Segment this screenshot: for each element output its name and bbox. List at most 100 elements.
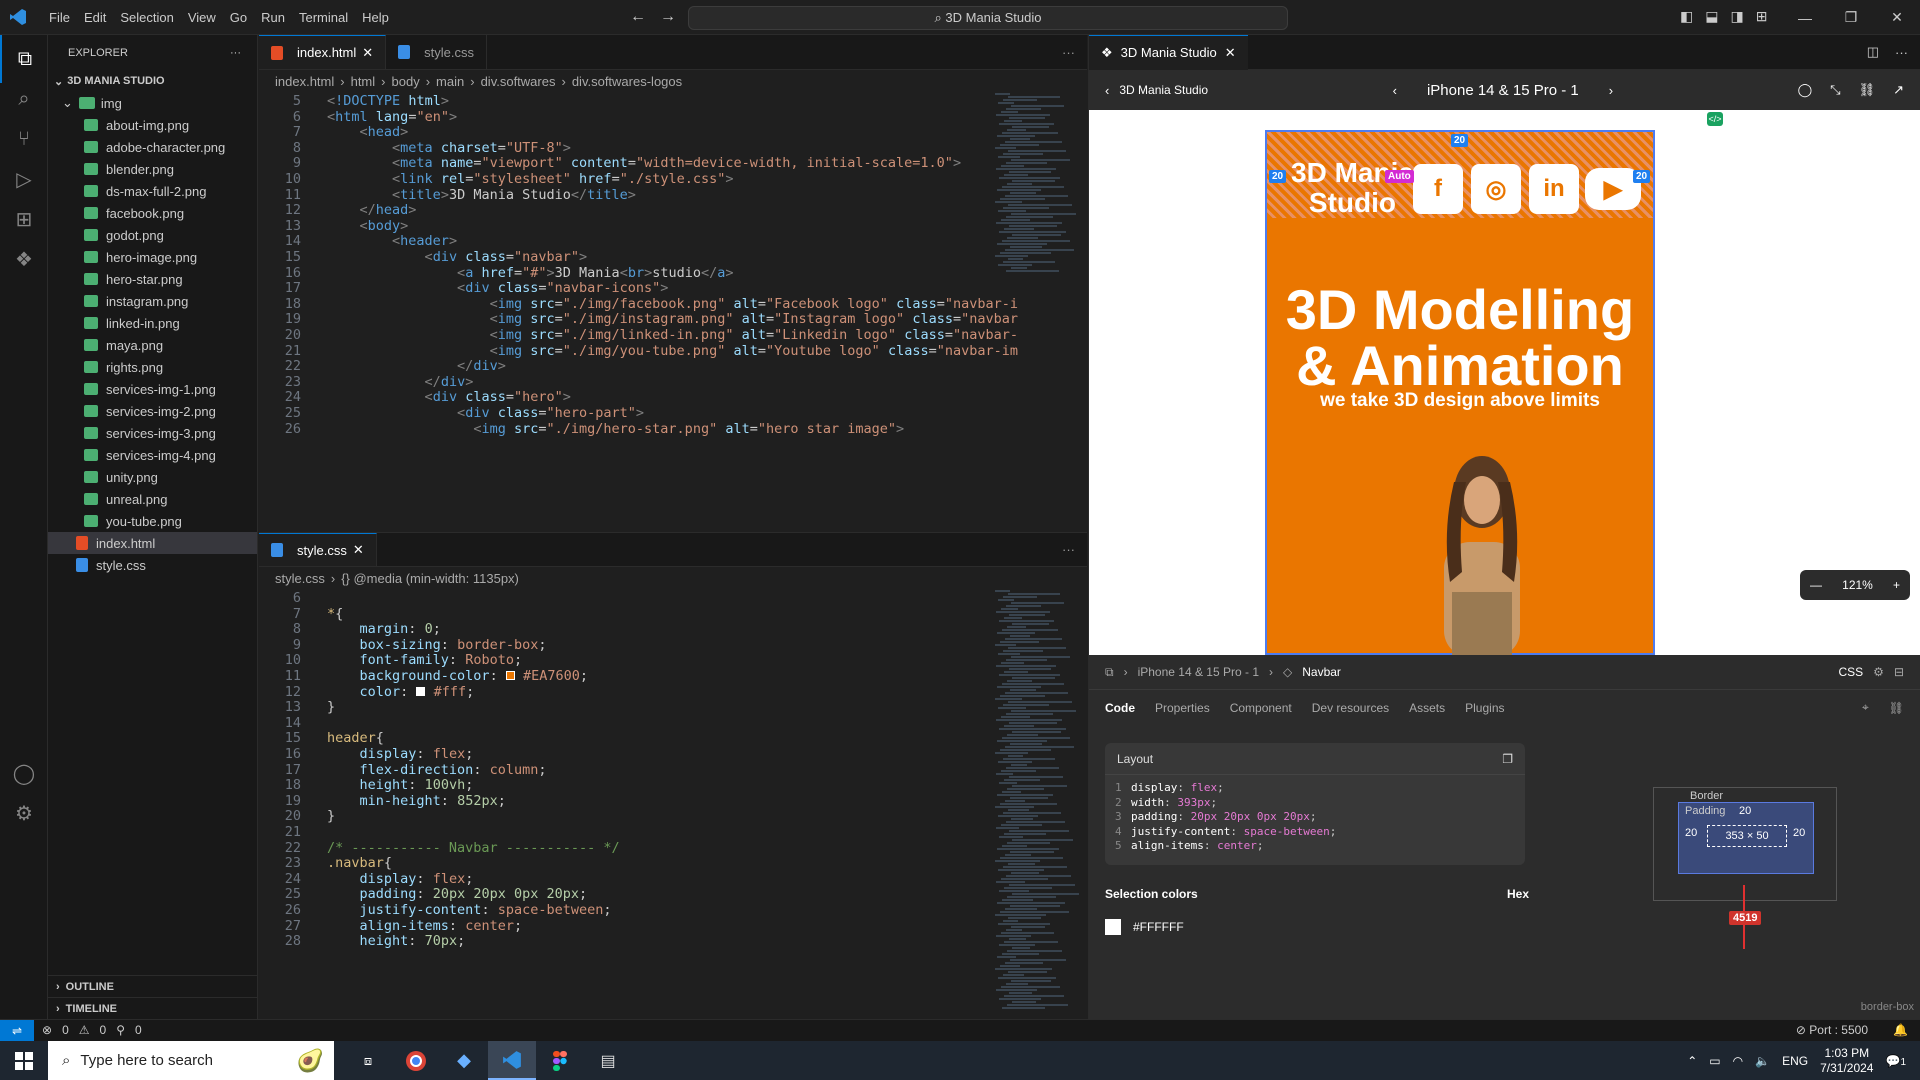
layout-code[interactable]: 1 display: flex; 2 width: 393px; 3 padding: 2… xyxy=(1105,775,1525,860)
live-server-status[interactable]: ⊘ Port : 5500 xyxy=(1796,1023,1868,1037)
close-icon[interactable]: ✕ xyxy=(1225,45,1236,61)
file-item[interactable]: services-img-2.png xyxy=(48,400,257,422)
file-item[interactable]: facebook.png xyxy=(48,202,257,224)
color-format-select[interactable]: Hex xyxy=(1507,887,1529,901)
tab-style-css[interactable]: style.css xyxy=(386,35,487,69)
settings-icon[interactable]: ⚙ xyxy=(1873,665,1884,679)
collapse-panel-icon[interactable]: ⊟ xyxy=(1894,665,1904,679)
timeline-section[interactable]: › TIMELINE xyxy=(48,997,258,1019)
menu-item-edit[interactable]: Edit xyxy=(77,10,113,25)
gear-icon[interactable]: ⚙ xyxy=(0,789,48,837)
file-item[interactable]: hero-image.png xyxy=(48,246,257,268)
close-icon[interactable]: ✕ xyxy=(1874,9,1920,26)
file-item[interactable]: godot.png xyxy=(48,224,257,246)
menu-item-view[interactable]: View xyxy=(181,10,223,25)
code-line[interactable]: } xyxy=(327,698,335,717)
prev-frame-icon[interactable]: ‹ xyxy=(1393,83,1397,98)
menu-item-go[interactable]: Go xyxy=(223,10,254,25)
navbar-selection[interactable]: 3D Mania Studio f ◎ in ▶ 20 20 20 Auto xyxy=(1267,132,1653,218)
layers-icon[interactable]: ⧉ xyxy=(1105,665,1114,680)
language-indicator[interactable]: ENG xyxy=(1782,1054,1808,1068)
menu-item-run[interactable]: Run xyxy=(254,10,292,25)
windows-start-icon[interactable] xyxy=(0,1041,48,1080)
more-actions-icon[interactable]: ··· xyxy=(1050,35,1087,69)
color-value[interactable]: #FFFFFF xyxy=(1133,920,1184,934)
back-arrow-icon[interactable]: ← xyxy=(630,8,646,26)
app-icon[interactable]: ▤ xyxy=(584,1041,632,1080)
zoom-control[interactable]: — 121% + xyxy=(1800,570,1910,600)
project-root[interactable]: ⌄ 3D MANIA STUDIO xyxy=(48,70,257,92)
chrome-icon[interactable] xyxy=(392,1041,440,1080)
zoom-level[interactable]: 121% xyxy=(1842,578,1873,592)
next-frame-icon[interactable]: › xyxy=(1609,83,1613,98)
toggle-secondary-sidebar-icon[interactable]: ◨ xyxy=(1730,8,1743,25)
vscode-icon[interactable] xyxy=(488,1041,536,1080)
split-editor-icon[interactable]: ◫ xyxy=(1867,44,1879,60)
close-icon[interactable]: ✕ xyxy=(353,542,364,558)
more-actions-icon[interactable]: ··· xyxy=(230,47,241,59)
breadcrumb-item[interactable]: {} @media (min-width: 1135px) xyxy=(341,571,519,586)
file-item[interactable]: index.html xyxy=(48,532,257,554)
figma-canvas[interactable]: </> 3D Mania Studio f ◎ in ▶ 20 20 20 Au… xyxy=(1089,110,1920,655)
language-select[interactable]: CSS xyxy=(1838,665,1863,679)
command-center[interactable]: ⌕ 3D Mania Studio xyxy=(688,6,1288,30)
clock[interactable]: 1:03 PM 7/31/2024 xyxy=(1820,1046,1873,1076)
menu-item-terminal[interactable]: Terminal xyxy=(292,10,355,25)
breadcrumb-item[interactable]: html xyxy=(351,74,376,89)
file-item[interactable]: unity.png xyxy=(48,466,257,488)
task-view-icon[interactable]: ⧈ xyxy=(344,1041,392,1080)
tab-dev-resources[interactable]: Dev resources xyxy=(1312,701,1389,715)
color-swatch[interactable] xyxy=(1105,919,1121,935)
code-line[interactable]: color: #fff; xyxy=(327,683,475,702)
menu-item-file[interactable]: File xyxy=(42,10,77,25)
file-item[interactable]: blender.png xyxy=(48,158,257,180)
code-line[interactable]: min-height: 852px; xyxy=(327,792,506,811)
file-item[interactable]: adobe-character.png xyxy=(48,136,257,158)
outline-section[interactable]: › OUTLINE xyxy=(48,975,258,997)
file-name[interactable]: 3D Mania Studio xyxy=(1119,83,1208,97)
figma-icon[interactable] xyxy=(536,1041,584,1080)
network-icon[interactable]: ▭ xyxy=(1709,1054,1720,1068)
app-icon[interactable]: ◆ xyxy=(440,1041,488,1080)
forward-arrow-icon[interactable]: → xyxy=(660,8,676,26)
minimap[interactable] xyxy=(995,92,1076,312)
remote-icon[interactable]: ⇌ xyxy=(0,1020,34,1042)
open-external-icon[interactable]: ↗ xyxy=(1893,82,1904,98)
bell-icon[interactable]: 🔔 xyxy=(1893,1023,1908,1037)
file-item[interactable]: ds-max-full-2.png xyxy=(48,180,257,202)
tab-style-css-bottom[interactable]: style.css ✕ xyxy=(259,533,377,566)
tab-index-html[interactable]: index.html ✕ xyxy=(259,35,387,69)
notification-icon[interactable]: 💬1 xyxy=(1885,1054,1906,1068)
folder-img[interactable]: ⌄ img xyxy=(48,92,257,114)
zoom-in-icon[interactable]: + xyxy=(1893,578,1900,592)
collapse-icon[interactable]: ⤡ xyxy=(1830,82,1840,98)
breadcrumb-item[interactable]: div.softwares-logos xyxy=(572,74,682,89)
toggle-panel-icon[interactable]: ⬓ xyxy=(1705,8,1718,25)
breadcrumb-item[interactable]: main xyxy=(436,74,464,89)
taskbar-search[interactable]: ⌕ Type here to search 🥑 xyxy=(48,1041,334,1080)
file-item[interactable]: maya.png xyxy=(48,334,257,356)
code-line[interactable]: height: 70px; xyxy=(327,932,466,951)
zoom-out-icon[interactable]: — xyxy=(1810,578,1822,592)
code-line[interactable]: } xyxy=(327,807,335,826)
more-actions-icon[interactable]: ··· xyxy=(1050,533,1087,566)
restore-icon[interactable]: ❐ xyxy=(1828,9,1874,26)
figma-icon[interactable]: ❖ xyxy=(0,235,48,283)
file-item[interactable]: services-img-4.png xyxy=(48,444,257,466)
more-actions-icon[interactable]: ··· xyxy=(1895,45,1908,60)
code-editor-top[interactable]: 5 <!DOCTYPE html> 6 <html lang="en"> 7 <head… xyxy=(259,92,1087,532)
code-editor-bottom[interactable]: 6 7 *{8 margin: 0; 9 box-sizing: border-box… xyxy=(259,589,1087,1029)
minimize-icon[interactable]: — xyxy=(1782,10,1828,26)
chevron-left-icon[interactable]: ‹ xyxy=(1105,83,1109,98)
frame-preview[interactable]: 3D Mania Studio f ◎ in ▶ 20 20 20 Auto 3… xyxy=(1265,130,1655,655)
file-item[interactable]: you-tube.png xyxy=(48,510,257,532)
tab-component[interactable]: Component xyxy=(1230,701,1292,715)
copy-icon[interactable]: ❐ xyxy=(1502,752,1513,766)
target-icon[interactable]: ⌖ xyxy=(1862,700,1869,715)
breadcrumb-item[interactable]: style.css xyxy=(275,571,325,586)
tab-figma[interactable]: ❖ 3D Mania Studio ✕ xyxy=(1089,34,1248,70)
minimap[interactable] xyxy=(995,589,1079,1029)
menu-item-selection[interactable]: Selection xyxy=(113,10,180,25)
wifi-icon[interactable]: ◠ xyxy=(1733,1054,1743,1068)
code-line[interactable]: <img src="./img/hero-star.png" alt="hero… xyxy=(327,420,904,439)
